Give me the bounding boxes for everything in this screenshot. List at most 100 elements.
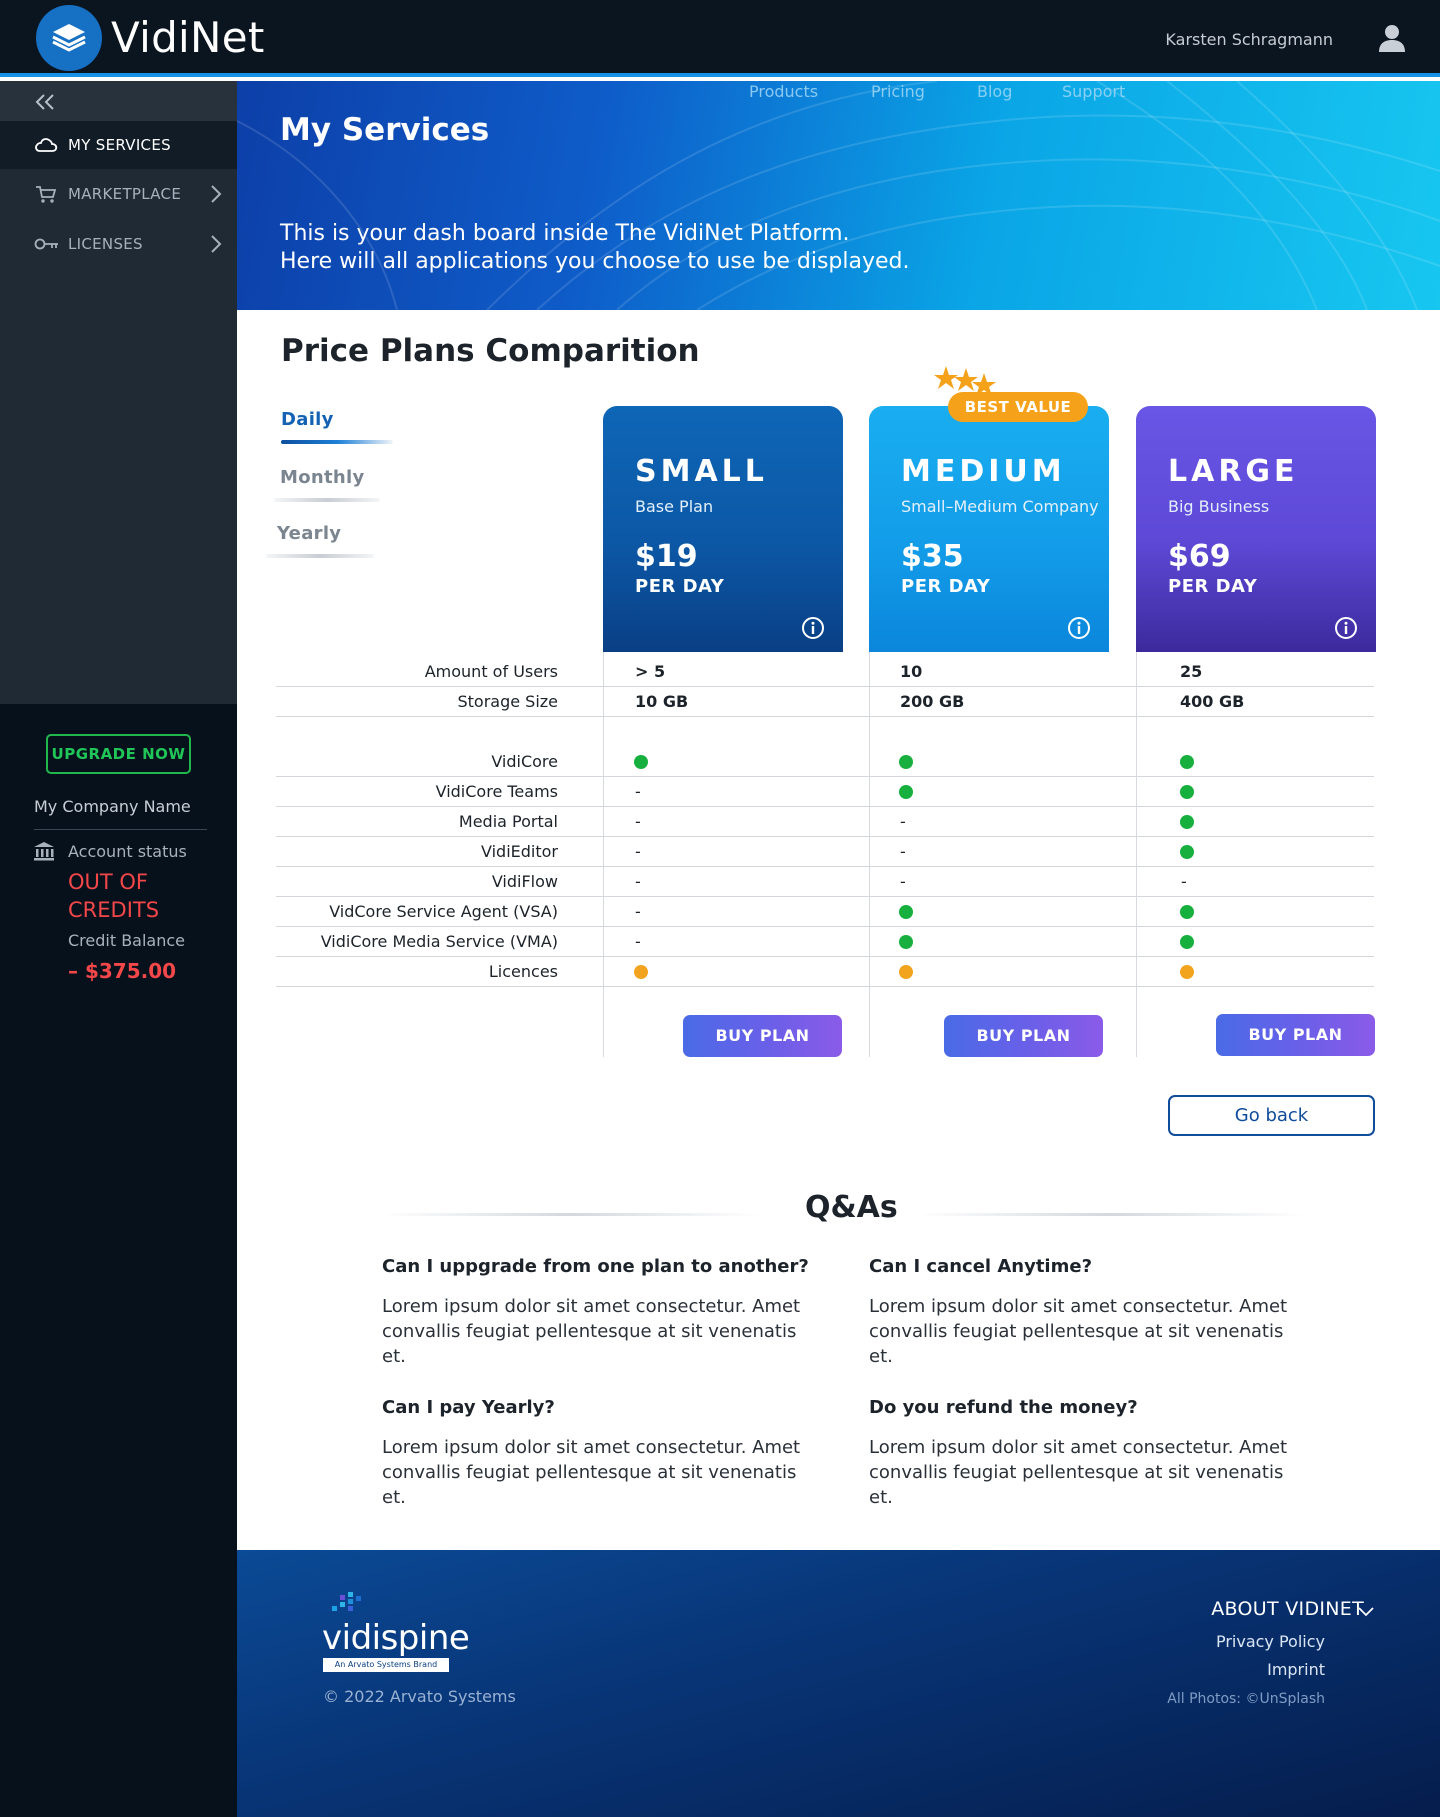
- licence-dot-small: [634, 965, 648, 979]
- table-divider: [276, 986, 1374, 987]
- feature-label: VidiFlow: [491, 872, 558, 891]
- sidebar-item-marketplace[interactable]: MARKETPLACE: [0, 170, 237, 218]
- pricing-section-title: Price Plans Comparition: [281, 333, 700, 369]
- credit-balance-value: – $375.00: [68, 959, 177, 983]
- tab-monthly-underline: [274, 498, 380, 502]
- vidinet-logo-icon[interactable]: [36, 5, 102, 71]
- info-icon[interactable]: [1334, 616, 1358, 640]
- qa-answer: Lorem ipsum dolor sit amet consectetur. …: [869, 1437, 1288, 1508]
- company-name: My Company Name: [34, 797, 191, 816]
- licence-dot-large: [1180, 965, 1194, 979]
- collapse-sidebar-button[interactable]: [0, 81, 237, 121]
- user-icon[interactable]: [1377, 23, 1407, 57]
- included-dot-small: [634, 755, 648, 769]
- column-divider: [869, 652, 870, 1057]
- plan-period: PER DAY: [635, 576, 725, 597]
- brand-tagline: An Arvato Systems Brand: [323, 1658, 449, 1672]
- chevron-down-icon[interactable]: [1357, 1606, 1375, 1618]
- go-back-button[interactable]: Go back: [1168, 1095, 1375, 1136]
- included-dot-medium: [899, 905, 913, 919]
- info-icon[interactable]: [801, 616, 825, 640]
- buy-plan-large-button[interactable]: BUY PLAN: [1216, 1014, 1375, 1056]
- table-divider: [276, 686, 1374, 687]
- cell-users-small: > 5: [635, 662, 666, 681]
- table-divider: [276, 716, 1374, 717]
- page-title: My Services: [280, 112, 490, 148]
- about-vidinet-link[interactable]: ABOUT VIDINET: [1211, 1598, 1364, 1620]
- qa-answer: Lorem ipsum dolor sit amet consectetur. …: [869, 1296, 1288, 1367]
- hero-banner: Products Pricing Blog Support My Service…: [237, 81, 1440, 310]
- table-divider: [276, 776, 1374, 777]
- hero-nav-support[interactable]: Support: [1062, 82, 1125, 101]
- cell-storage-medium: 200 GB: [900, 692, 965, 711]
- tab-monthly[interactable]: Monthly: [280, 467, 365, 488]
- cell-storage-small: 10 GB: [635, 692, 689, 711]
- not-included-dash-medium: -: [900, 812, 906, 831]
- not-included-dash-small: -: [635, 812, 641, 831]
- tab-daily-underline: [281, 440, 393, 444]
- info-icon[interactable]: [1067, 616, 1091, 640]
- divider: [34, 829, 207, 830]
- sidebar-item-licenses[interactable]: LICENSES: [0, 220, 237, 268]
- photo-credits: All Photos: ©UnSplash: [1167, 1691, 1325, 1707]
- row-label-users: Amount of Users: [424, 662, 558, 681]
- imprint-link[interactable]: Imprint: [1267, 1660, 1325, 1679]
- app-name[interactable]: VidiNet: [111, 13, 265, 62]
- hero-subtitle: This is your dash board inside The VidiN…: [280, 220, 909, 276]
- qa-answer: Lorem ipsum dolor sit amet consectetur. …: [382, 1296, 801, 1367]
- not-included-dash-small: -: [635, 902, 641, 921]
- tab-daily[interactable]: Daily: [281, 409, 334, 430]
- plan-subtitle: Big Business: [1168, 497, 1270, 516]
- top-bar: VidiNet Karsten Schragmann: [0, 0, 1440, 77]
- column-divider: [603, 652, 604, 1057]
- cloud-icon: [34, 135, 60, 155]
- included-dot-large: [1180, 785, 1194, 799]
- vidispine-wordmark[interactable]: vidispine: [322, 1618, 470, 1658]
- cell-users-medium: 10: [900, 662, 923, 681]
- privacy-policy-link[interactable]: Privacy Policy: [1216, 1632, 1325, 1651]
- row-label-storage: Storage Size: [457, 692, 558, 711]
- buy-plan-medium-button[interactable]: BUY PLAN: [944, 1015, 1103, 1057]
- table-divider: [276, 896, 1374, 897]
- tab-yearly[interactable]: Yearly: [277, 523, 341, 544]
- not-included-dash-small: -: [635, 842, 641, 861]
- upgrade-now-button[interactable]: UPGRADE NOW: [46, 734, 191, 774]
- not-included-dash-small: -: [635, 932, 641, 951]
- column-divider: [1136, 652, 1137, 1057]
- qa-question: Can I uppgrade from one plan to another?: [382, 1256, 809, 1277]
- hero-nav-pricing[interactable]: Pricing: [871, 82, 925, 101]
- table-divider: [276, 956, 1374, 957]
- vidispine-logo-icon: [332, 1592, 361, 1611]
- plan-name: MEDIUM: [901, 454, 1066, 489]
- not-included-dash-small: -: [635, 782, 641, 801]
- not-included-dash-medium: -: [900, 872, 906, 891]
- user-name[interactable]: Karsten Schragmann: [1165, 30, 1333, 49]
- qa-title: Q&As: [805, 1190, 898, 1225]
- feature-label: VidiCore Teams: [435, 782, 558, 801]
- plan-card-small: SMALL Base Plan $19 PER DAY: [603, 406, 843, 652]
- feature-label: VidCore Service Agent (VSA): [329, 902, 558, 921]
- included-dot-large: [1180, 935, 1194, 949]
- included-dot-medium: [899, 785, 913, 799]
- plan-price: $35: [901, 539, 964, 574]
- included-dot-large: [1180, 905, 1194, 919]
- plan-subtitle: Small–Medium Company: [901, 497, 1099, 516]
- cart-icon: [34, 184, 60, 204]
- hero-nav-products[interactable]: Products: [749, 82, 818, 101]
- hero-nav-blog[interactable]: Blog: [977, 82, 1012, 101]
- plan-name: SMALL: [635, 454, 768, 489]
- plan-card-medium: MEDIUM Small–Medium Company $35 PER DAY: [869, 406, 1109, 652]
- key-icon: [34, 234, 60, 254]
- account-status-value: OUT OF CREDITS: [68, 870, 160, 922]
- included-dot-large: [1180, 755, 1194, 769]
- feature-label: VidiCore Media Service (VMA): [320, 932, 558, 951]
- buy-plan-small-button[interactable]: BUY PLAN: [683, 1015, 842, 1057]
- best-value-badge: BEST VALUE: [948, 392, 1088, 422]
- double-chevron-left-icon: [35, 94, 54, 110]
- table-divider: [276, 926, 1374, 927]
- sidebar-item-my-services[interactable]: MY SERVICES: [0, 121, 237, 169]
- table-divider: [276, 836, 1374, 837]
- feature-label: Licences: [488, 962, 558, 981]
- plan-price: $19: [635, 539, 698, 574]
- footer: vidispine An Arvato Systems Brand © 2022…: [237, 1550, 1440, 1817]
